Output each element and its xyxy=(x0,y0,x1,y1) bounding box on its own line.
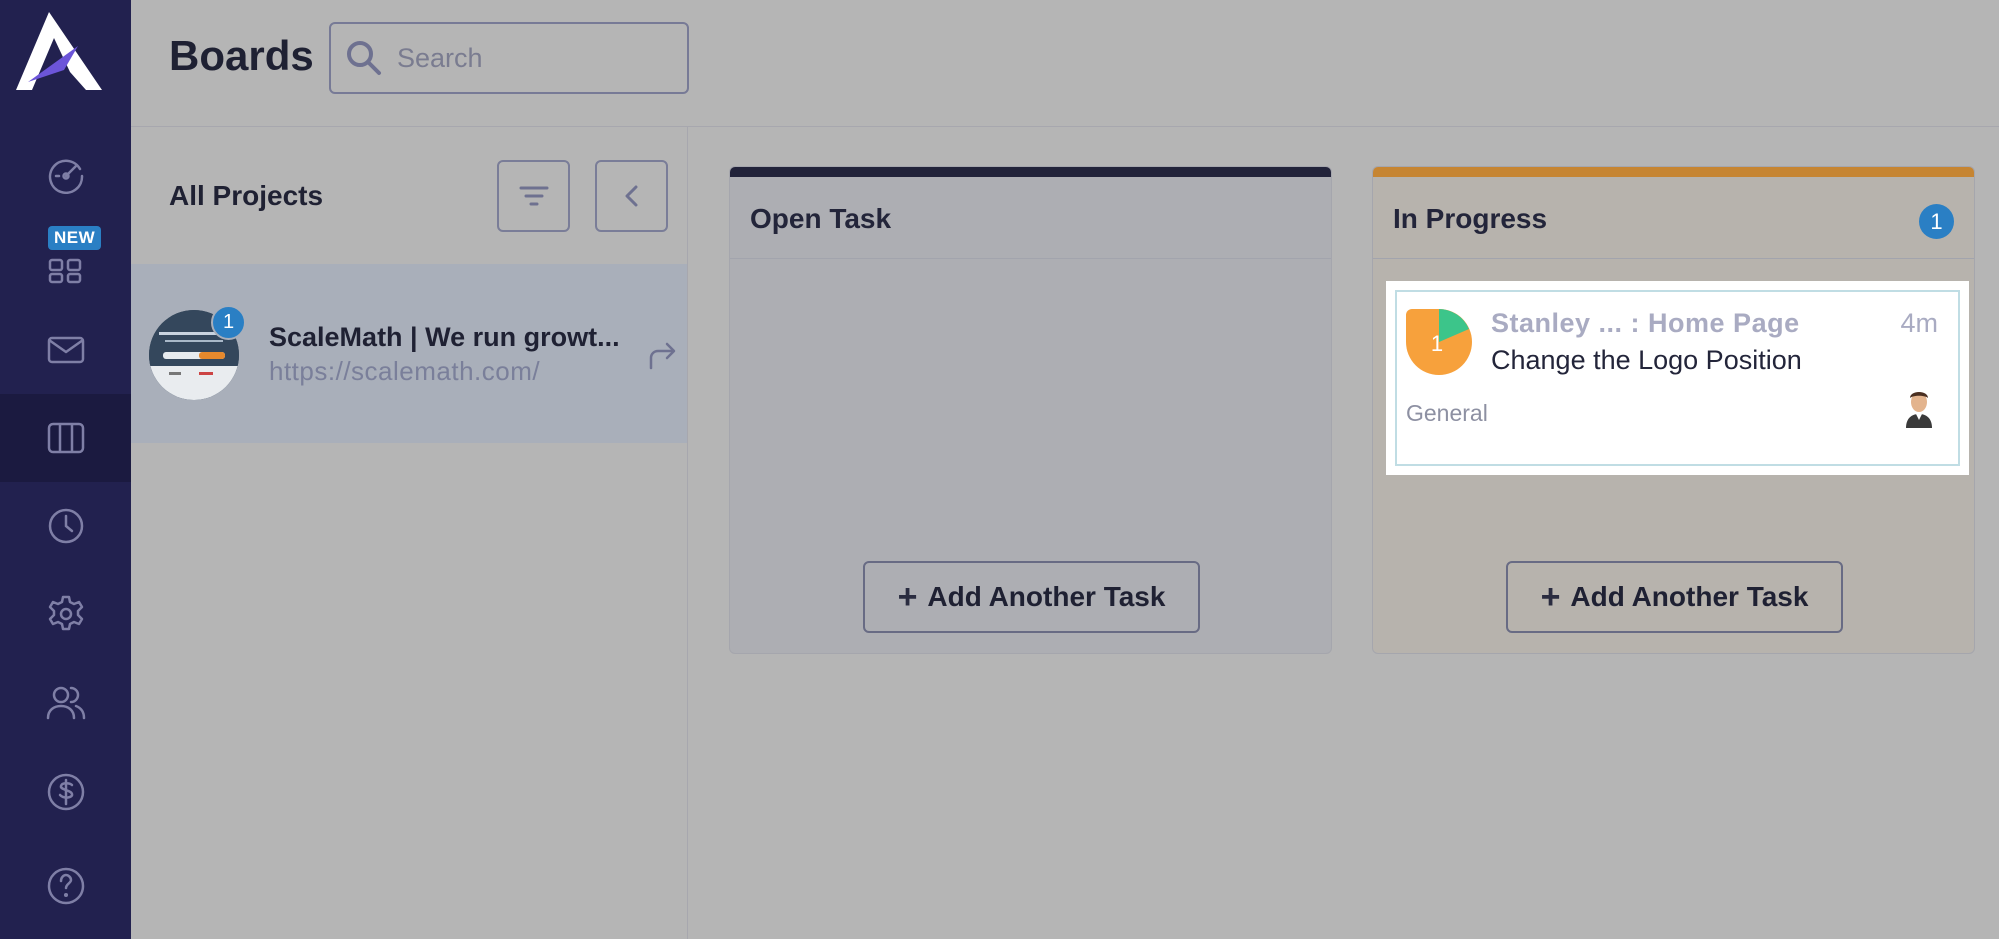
dollar-icon xyxy=(47,773,84,811)
task-tag: General xyxy=(1406,400,1488,426)
task-card-inner: 1 Stanley ... : Home Page 4m Change the … xyxy=(1395,290,1960,466)
plus-icon: + xyxy=(1540,577,1561,616)
grid-icon xyxy=(48,258,81,284)
search-box[interactable] xyxy=(329,22,689,94)
column-header: Open Task xyxy=(730,177,1331,259)
header: Boards xyxy=(131,0,1999,127)
sidebar-item-billing[interactable] xyxy=(0,748,131,836)
task-title[interactable]: Change the Logo Position xyxy=(1491,345,1802,376)
column-color-bar xyxy=(1373,167,1974,177)
plus-icon: + xyxy=(897,577,918,616)
sidebar-item-apps[interactable] xyxy=(0,220,131,308)
clock-icon xyxy=(48,508,83,544)
question-icon xyxy=(47,867,84,905)
add-task-button[interactable]: + Add Another Task xyxy=(1506,561,1843,633)
app-logo[interactable] xyxy=(16,12,102,92)
sidebar: NEW xyxy=(0,0,131,939)
column-open-task: Open Task + Add Another Task xyxy=(729,166,1332,654)
project-name: ScaleMath | We run growt... xyxy=(269,322,620,352)
collapse-panel-button[interactable] xyxy=(595,160,668,232)
search-icon xyxy=(347,41,381,75)
mail-icon xyxy=(47,336,84,364)
add-task-button[interactable]: + Add Another Task xyxy=(863,561,1200,633)
task-meta: Stanley ... : Home Page xyxy=(1491,308,1800,338)
column-header: In Progress 1 xyxy=(1373,177,1974,259)
users-icon xyxy=(46,686,85,720)
sidebar-item-settings[interactable] xyxy=(0,570,131,658)
project-count-badge: 1 xyxy=(211,305,246,340)
column-title: Open Task xyxy=(750,203,892,234)
project-item[interactable]: 1 ScaleMath | We run growt... https://sc… xyxy=(131,264,687,443)
column-title: In Progress xyxy=(1393,203,1548,234)
task-time: 4m xyxy=(1900,308,1938,338)
column-color-bar xyxy=(730,167,1331,177)
task-card[interactable]: 1 Stanley ... : Home Page 4m Change the … xyxy=(1386,281,1969,475)
task-avatar-number: 1 xyxy=(1431,331,1443,356)
filter-button[interactable] xyxy=(497,160,570,232)
project-url[interactable]: https://scalemath.com/ xyxy=(269,356,540,387)
sidebar-item-help[interactable] xyxy=(0,842,131,930)
projects-title: All Projects xyxy=(169,180,324,211)
add-task-label: Add Another Task xyxy=(1570,581,1809,612)
task-avatar: 1 xyxy=(1406,309,1472,375)
sidebar-item-dashboard[interactable] xyxy=(0,130,131,218)
share-arrow-icon[interactable] xyxy=(645,338,679,372)
sidebar-item-inbox[interactable] xyxy=(0,306,131,394)
assignee-avatar[interactable] xyxy=(1902,388,1936,428)
sidebar-item-team[interactable] xyxy=(0,658,131,746)
search-input[interactable] xyxy=(397,42,667,74)
filter-icon xyxy=(519,186,548,206)
task-count-badge: 1 xyxy=(1919,204,1954,239)
columns-icon xyxy=(47,422,84,454)
add-task-label: Add Another Task xyxy=(927,581,1166,612)
chevron-left-icon xyxy=(625,185,637,207)
speedometer-icon xyxy=(48,159,83,194)
gear-icon xyxy=(48,595,83,631)
sidebar-item-boards[interactable] xyxy=(0,394,131,482)
page-title: Boards xyxy=(169,32,314,79)
projects-panel: All Projects 1 ScaleMath | We run growt.… xyxy=(131,127,688,939)
sidebar-item-time[interactable] xyxy=(0,482,131,570)
